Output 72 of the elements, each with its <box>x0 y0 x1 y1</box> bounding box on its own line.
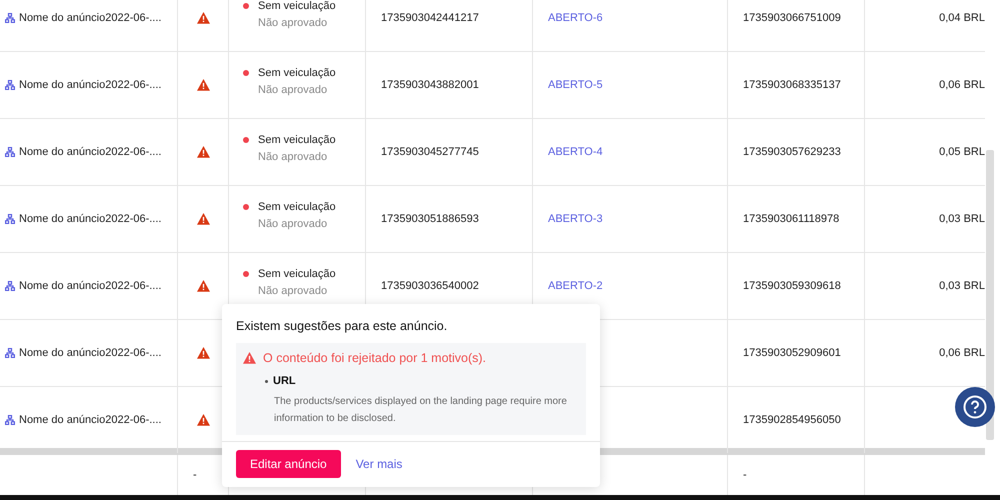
ad-group-id: 1735903066751009 <box>743 12 841 24</box>
warning-icon <box>243 352 256 364</box>
ad-id: 1735903036540002 <box>381 280 479 292</box>
ad-group-link[interactable]: ABERTO-4 <box>548 146 603 158</box>
total-value: - <box>743 469 747 481</box>
delivery-status: Sem veiculação <box>258 134 336 146</box>
warning-icon <box>196 347 210 359</box>
review-status: Não aprovado <box>258 84 328 96</box>
rejection-message: O conteúdo foi rejeitado por 1 motivo(s). <box>263 351 486 365</box>
ad-name[interactable]: Nome do anúncio2022-06-.... <box>19 79 162 91</box>
ad-group-id: 1735902854956050 <box>743 414 841 426</box>
cost-value: 0,06 BRL <box>939 79 985 91</box>
warning-icon <box>196 213 210 225</box>
ad-group-id: 1735903052909601 <box>743 347 841 359</box>
ad-name[interactable]: Nome do anúncio2022-06-.... <box>19 347 162 359</box>
ad-id: 1735903042441217 <box>381 12 479 24</box>
warning-icon <box>196 79 210 91</box>
cost-value: 0,06 BRL <box>939 347 985 359</box>
vertical-scrollbar[interactable] <box>986 150 994 440</box>
review-status: Não aprovado <box>258 16 328 28</box>
ad-name[interactable]: Nome do anúncio2022-06-.... <box>19 12 162 24</box>
delivery-status: Sem veiculação <box>258 66 336 78</box>
status-dot <box>243 270 249 276</box>
status-dot <box>243 136 249 142</box>
help-icon <box>963 395 987 419</box>
ad-group-id: 1735903061118978 <box>743 213 840 225</box>
warning-icon <box>196 146 210 158</box>
delivery-status: Sem veiculação <box>258 0 336 12</box>
status-dot <box>243 204 249 210</box>
ad-group-id: 1735903068335137 <box>743 79 841 91</box>
help-button[interactable] <box>955 387 995 427</box>
hierarchy-icon <box>5 80 15 90</box>
review-status: Não aprovado <box>258 218 328 230</box>
warning-icon <box>196 414 210 426</box>
hierarchy-icon <box>5 214 15 224</box>
review-status: Não aprovado <box>258 150 328 162</box>
bullet-icon <box>265 380 268 382</box>
hierarchy-icon <box>5 281 15 291</box>
ad-group-link[interactable]: ABERTO-2 <box>548 280 603 292</box>
ad-id: 1735903051886593 <box>381 213 479 225</box>
ad-id: 1735903045277745 <box>381 146 479 158</box>
delivery-status: Sem veiculação <box>258 200 336 212</box>
reason-detail: The products/services displayed on the landing page require more information to be disclosed. <box>274 395 568 426</box>
hierarchy-icon <box>5 147 15 157</box>
ad-name[interactable]: Nome do anúncio2022-06-.... <box>19 146 162 158</box>
ad-group-link[interactable]: ABERTO-5 <box>548 79 603 91</box>
cost-value: 0,03 BRL <box>939 280 985 292</box>
see-more-link[interactable]: Ver mais <box>356 457 402 471</box>
ad-name[interactable]: Nome do anúncio2022-06-.... <box>19 414 162 426</box>
ad-group-link[interactable]: ABERTO-3 <box>548 213 603 225</box>
cost-value: 0,04 BRL <box>939 12 985 24</box>
review-status: Não aprovado <box>258 284 328 296</box>
popover-title: Existem sugestões para este anúncio. <box>235 318 448 335</box>
hierarchy-icon <box>5 415 15 425</box>
ad-group-link[interactable]: ABERTO-6 <box>548 12 603 24</box>
delivery-status: Sem veiculação <box>258 268 336 280</box>
ad-id: 1735903043882001 <box>381 79 479 91</box>
edit-ad-button[interactable]: Editar anúncio <box>236 450 341 478</box>
cost-value: 0,03 BRL <box>939 213 985 225</box>
ad-name[interactable]: Nome do anúncio2022-06-.... <box>19 213 162 225</box>
cost-value: 0,05 BRL <box>939 146 985 158</box>
ad-name[interactable]: Nome do anúncio2022-06-.... <box>19 280 162 292</box>
hierarchy-icon <box>5 348 15 358</box>
status-dot <box>243 2 249 8</box>
total-value: - <box>193 469 197 481</box>
reason-title: URL <box>273 375 296 387</box>
status-dot <box>243 70 249 76</box>
warning-icon <box>196 12 210 24</box>
ad-group-id: 1735903059309618 <box>743 280 841 292</box>
warning-icon <box>196 280 210 292</box>
hierarchy-icon <box>5 13 15 23</box>
ad-group-id: 1735903057629233 <box>743 146 841 158</box>
